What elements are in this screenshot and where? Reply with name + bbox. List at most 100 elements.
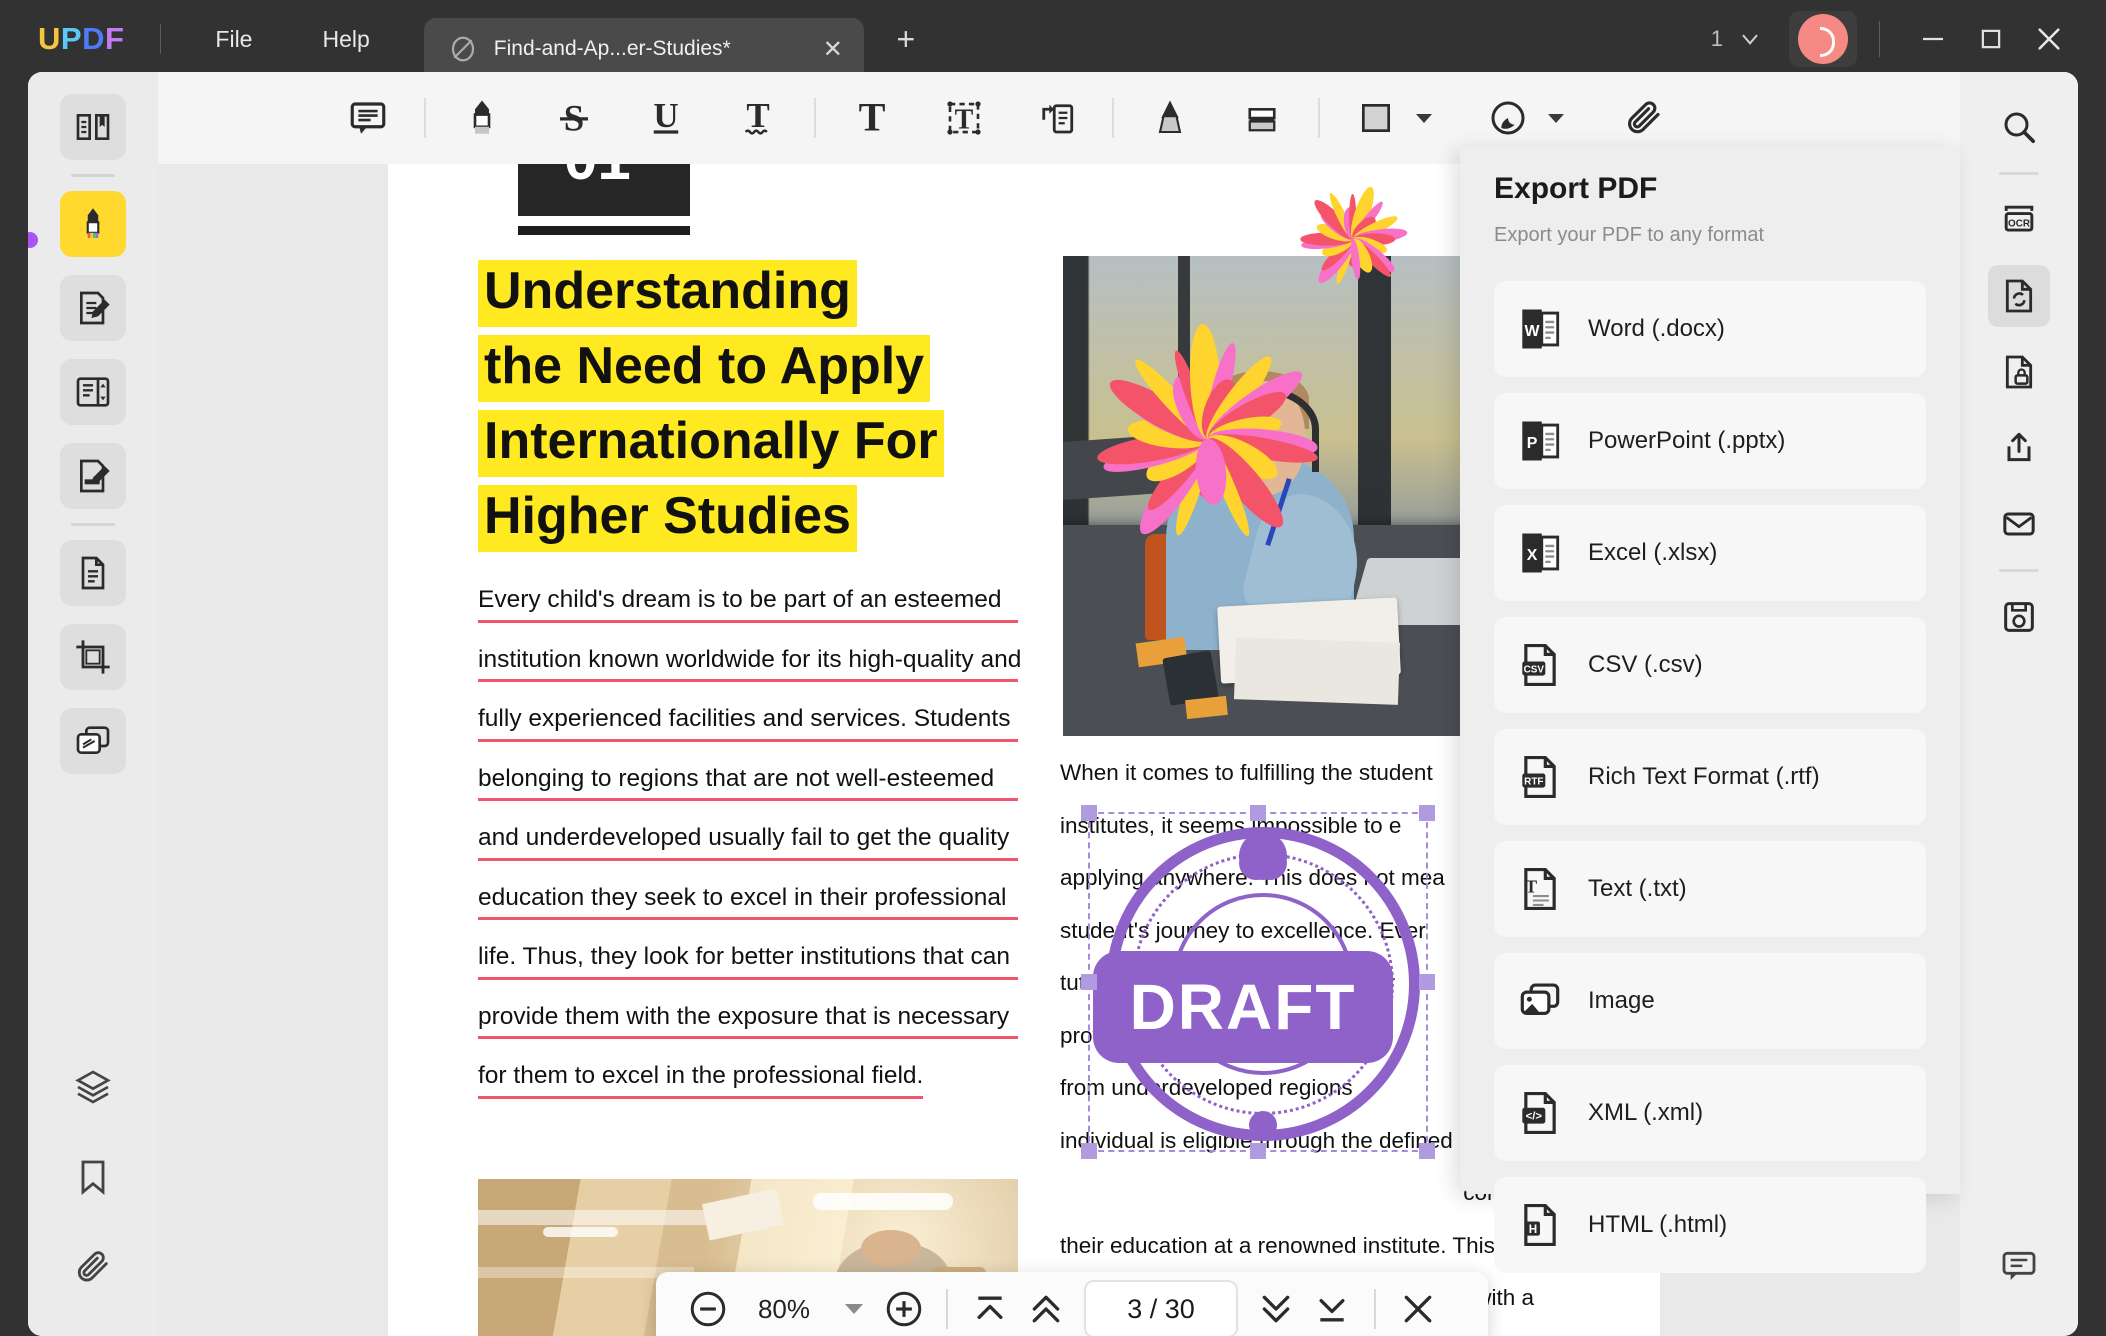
protect-button[interactable] — [1988, 341, 2050, 403]
sidebar-item-reader[interactable] — [60, 94, 126, 160]
resize-handle-bottom-middle[interactable] — [1250, 1143, 1266, 1159]
search-button[interactable] — [1988, 96, 2050, 158]
stamp-tool[interactable] — [1476, 86, 1540, 150]
text-box-tool[interactable]: T — [932, 86, 996, 150]
export-rtf-item[interactable]: RTF Rich Text Format (.rtf) — [1494, 729, 1926, 825]
updf-logo: U P D F — [38, 21, 124, 57]
ocr-button[interactable]: OCR — [1988, 189, 2050, 251]
user-avatar-button[interactable] — [1789, 11, 1857, 67]
close-window-button[interactable] — [2020, 16, 2078, 62]
sticky-note-tool[interactable] — [336, 86, 400, 150]
sidebar-item-fill-sign[interactable] — [60, 443, 126, 509]
resize-handle-middle-right[interactable] — [1419, 974, 1435, 990]
stamp-selection-box[interactable] — [1081, 805, 1435, 1159]
chevron-down-icon[interactable] — [1737, 26, 1763, 52]
stamp-dropdown-caret[interactable] — [1548, 113, 1564, 123]
html-file-icon: H — [1524, 1203, 1556, 1247]
export-pdf-panel: Export PDF Export your PDF to any format… — [1460, 146, 1960, 1273]
attachment-tool[interactable] — [1612, 86, 1676, 150]
share-button[interactable] — [1988, 417, 2050, 479]
save-button[interactable] — [1988, 586, 2050, 648]
next-page-button[interactable] — [1248, 1281, 1304, 1336]
sidebar-item-organize-pages[interactable] — [60, 359, 126, 425]
export-xml-item[interactable]: </> XML (.xml) — [1494, 1065, 1926, 1161]
close-icon — [1404, 1295, 1432, 1323]
resize-handle-top-middle[interactable] — [1250, 805, 1266, 821]
svg-text:RTF: RTF — [1524, 776, 1543, 787]
sidebar-item-comment[interactable] — [60, 191, 126, 257]
shapes-tool[interactable] — [1344, 86, 1408, 150]
page-indicator: 3 / 30 — [1127, 1293, 1195, 1324]
left-paragraph: Every child's dream is to be part of an … — [478, 587, 1021, 1124]
excel-file-icon: X — [1522, 533, 1560, 573]
callout-tool[interactable] — [1024, 86, 1088, 150]
underline-tool[interactable]: U — [634, 86, 698, 150]
prev-page-button[interactable] — [1018, 1281, 1074, 1336]
zoom-in-button[interactable] — [876, 1281, 932, 1336]
export-text-item[interactable]: T Text (.txt) — [1494, 841, 1926, 937]
right-rail-divider-2 — [1999, 569, 2039, 572]
help-menu[interactable]: Help — [304, 20, 387, 59]
sidebar-item-bookmarks[interactable] — [60, 1144, 126, 1210]
resize-handle-bottom-left[interactable] — [1081, 1143, 1097, 1159]
zoom-level-value[interactable]: 80% — [736, 1294, 832, 1325]
prev-page-icon — [1032, 1295, 1060, 1323]
export-excel-item[interactable]: X Excel (.xlsx) — [1494, 505, 1926, 601]
resize-handle-bottom-right[interactable] — [1419, 1143, 1435, 1159]
toolbar-divider-3 — [1112, 98, 1114, 138]
close-zoombar-button[interactable] — [1390, 1281, 1446, 1336]
tab-title: Find-and-Ap...er-Studies* — [493, 37, 731, 60]
email-button[interactable] — [1988, 493, 2050, 555]
rail-divider-2 — [71, 523, 115, 526]
page-title: Understanding the Need to Apply Internat… — [478, 260, 1058, 560]
resize-handle-middle-left[interactable] — [1081, 974, 1097, 990]
export-format-label: CSV (.csv) — [1588, 651, 1703, 678]
zoom-dropdown-button[interactable] — [832, 1281, 876, 1336]
squiggly-underline-tool[interactable]: T — [726, 86, 790, 150]
sidebar-item-crop[interactable] — [60, 624, 126, 690]
window-controls-divider — [1879, 21, 1880, 57]
export-csv-item[interactable]: CSV CSV (.csv) — [1494, 617, 1926, 713]
strikethrough-tool[interactable]: S — [542, 86, 606, 150]
svg-text:T: T — [1525, 877, 1537, 897]
pencil-tool[interactable] — [1138, 86, 1202, 150]
tab-close-button[interactable]: ✕ — [816, 35, 850, 64]
next-page-icon — [1262, 1295, 1290, 1323]
export-format-label: PowerPoint (.pptx) — [1588, 427, 1786, 454]
minimize-button[interactable] — [1904, 16, 1962, 62]
sidebar-item-convert[interactable] — [60, 540, 126, 606]
sidebar-item-layers[interactable] — [60, 1054, 126, 1120]
sticky-note-icon — [350, 102, 386, 134]
export-image-item[interactable]: Image — [1494, 953, 1926, 1049]
export-pdf-button[interactable] — [1988, 265, 2050, 327]
maximize-button[interactable] — [1962, 16, 2020, 62]
highlight-tool[interactable] — [450, 86, 514, 150]
resize-handle-top-right[interactable] — [1419, 805, 1435, 821]
export-html-item[interactable]: H HTML (.html) — [1494, 1177, 1926, 1273]
sidebar-item-attachments[interactable] — [60, 1234, 126, 1300]
document-tab[interactable]: Find-and-Ap...er-Studies* ✕ — [423, 18, 864, 80]
underlined-text-line: life. Thus, they look for better institu… — [478, 944, 1018, 980]
resize-handle-top-left[interactable] — [1081, 805, 1097, 821]
sidebar-collapse-handle[interactable] — [28, 232, 38, 248]
sidebar-item-edit-pdf[interactable] — [60, 275, 126, 341]
right-sidebar: OCR — [1960, 72, 2078, 1336]
sidebar-item-batch[interactable] — [60, 708, 126, 774]
last-page-button[interactable] — [1304, 1281, 1360, 1336]
page-number-input[interactable]: 3 / 30 — [1084, 1280, 1238, 1336]
export-word-item[interactable]: W Word (.docx) — [1494, 281, 1926, 377]
svg-text:U: U — [653, 97, 678, 135]
comment-list-icon — [2002, 1251, 2036, 1280]
word-file-icon: W — [1522, 309, 1560, 349]
file-menu[interactable]: File — [197, 20, 270, 59]
new-tab-button[interactable]: + — [886, 21, 926, 58]
zoom-out-button[interactable] — [680, 1281, 736, 1336]
shapes-dropdown-caret[interactable] — [1416, 113, 1432, 123]
export-powerpoint-item[interactable]: P PowerPoint (.pptx) — [1494, 393, 1926, 489]
eraser-tool[interactable] — [1230, 86, 1294, 150]
text-tool[interactable]: T — [840, 86, 904, 150]
first-page-button[interactable] — [962, 1281, 1018, 1336]
comments-panel-button[interactable] — [1988, 1234, 2050, 1296]
protect-lock-icon — [2005, 355, 2033, 389]
pencil-icon — [1158, 100, 1182, 134]
